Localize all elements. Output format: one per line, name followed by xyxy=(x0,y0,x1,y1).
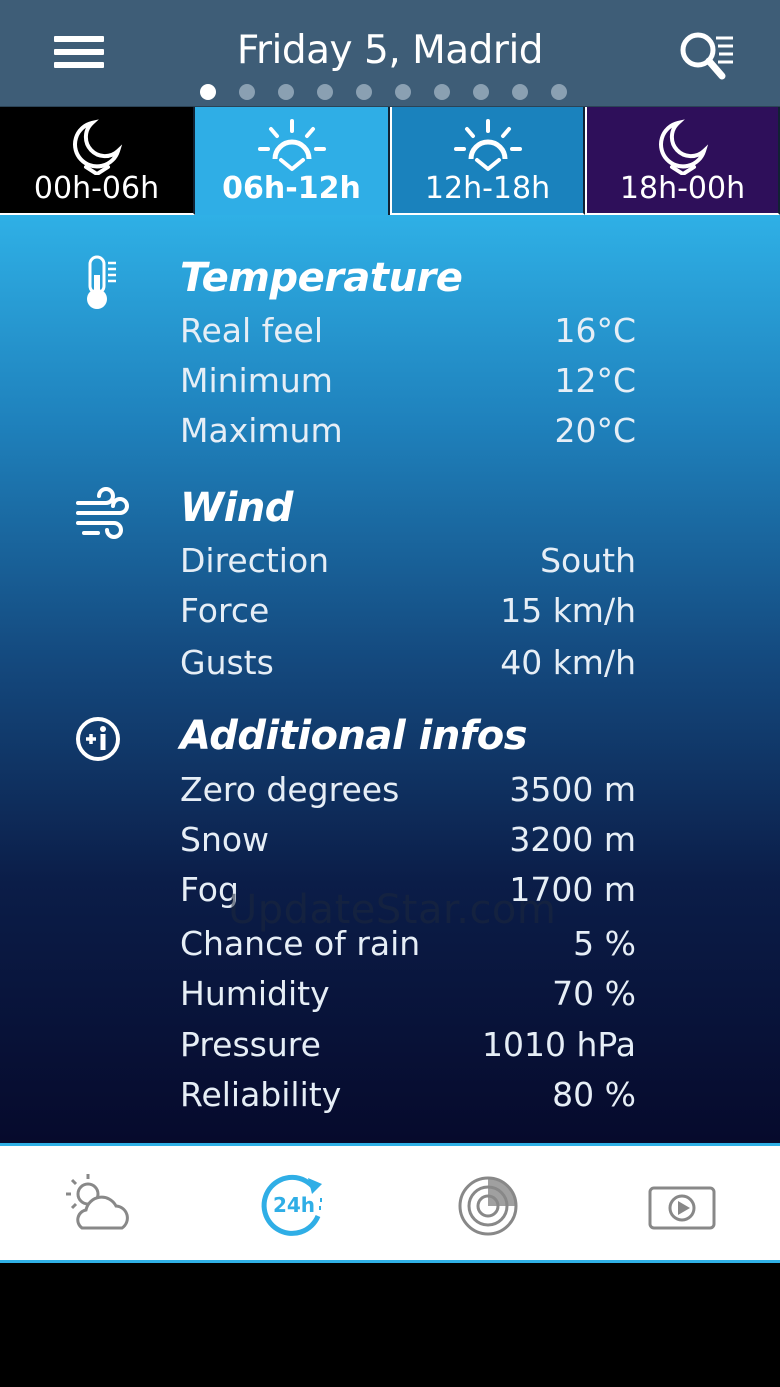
tab-12h-18h[interactable]: 12h-18h xyxy=(390,107,585,215)
section-title-additional: Additional infos xyxy=(180,713,528,759)
page-dot[interactable] xyxy=(239,84,255,100)
detail-row: Humidity 70 % xyxy=(180,974,636,1018)
moon-icon xyxy=(658,119,708,175)
row-label: Reliability xyxy=(180,1075,342,1114)
tab-label: 18h-00h xyxy=(619,171,746,206)
forecast-details: Temperature Real feel 16°C Minimum 12°C … xyxy=(0,215,780,1143)
row-label: Real feel xyxy=(180,311,324,350)
search-location-button[interactable] xyxy=(676,28,736,82)
page-dot[interactable] xyxy=(473,84,489,100)
page-dot[interactable] xyxy=(317,84,333,100)
sunrise-icon xyxy=(257,119,326,171)
row-value: South xyxy=(540,541,636,580)
page-dot[interactable] xyxy=(434,84,450,100)
row-value: 3200 m xyxy=(509,820,636,859)
bottom-navigation: 24h xyxy=(0,1143,780,1263)
detail-row: Zero degrees 3500 m xyxy=(180,770,636,814)
nav-weather-button[interactable] xyxy=(58,1166,148,1246)
row-value: 80 % xyxy=(552,1075,636,1114)
radar-icon xyxy=(458,1176,518,1236)
detail-row: Snow 3200 m xyxy=(180,820,636,864)
page-dot[interactable] xyxy=(278,84,294,100)
tab-label: 00h-06h xyxy=(33,171,160,206)
detail-row: Pressure 1010 hPa xyxy=(180,1025,636,1069)
watermark: UpdateStar.com xyxy=(228,887,557,933)
detail-row: Maximum 20°C xyxy=(180,411,636,455)
nav-24h-button[interactable]: 24h xyxy=(252,1166,342,1246)
row-value: 20°C xyxy=(554,411,636,450)
detail-row: Force 15 km/h xyxy=(180,591,636,635)
moon-icon xyxy=(72,119,122,175)
24h-forecast-icon: 24h xyxy=(261,1174,322,1236)
row-label: Zero degrees xyxy=(180,770,400,809)
thermometer-icon xyxy=(87,255,116,309)
detail-row: Minimum 12°C xyxy=(180,361,636,405)
tab-00h-06h[interactable]: 00h-06h xyxy=(0,107,195,215)
row-value: 40 km/h xyxy=(500,643,636,682)
row-label: Minimum xyxy=(180,361,333,400)
row-value: 1010 hPa xyxy=(481,1025,636,1064)
nav-radar-button[interactable] xyxy=(446,1166,536,1246)
section-title-wind: Wind xyxy=(180,485,293,531)
menu-icon-bar xyxy=(54,49,104,55)
page-dot[interactable] xyxy=(551,84,567,100)
page-title: Friday 5, Madrid xyxy=(236,28,544,73)
menu-icon-bar xyxy=(54,62,104,68)
row-label: Snow xyxy=(180,820,270,859)
wind-icon xyxy=(76,487,129,539)
row-value: 12°C xyxy=(554,361,636,400)
weather-cloud-sun-icon xyxy=(66,1174,129,1230)
row-value: 15 km/h xyxy=(500,591,636,630)
page-dot[interactable] xyxy=(512,84,528,100)
nav-24h-label: 24h xyxy=(273,1193,315,1217)
row-value: 3500 m xyxy=(509,770,636,809)
detail-row: Reliability 80 % xyxy=(180,1075,636,1119)
section-title-temperature: Temperature xyxy=(180,255,463,301)
tab-label: 12h-18h xyxy=(424,171,551,206)
tab-18h-00h[interactable]: 18h-00h xyxy=(585,107,780,215)
row-label: Force xyxy=(180,591,270,630)
page-indicator[interactable] xyxy=(200,84,580,100)
row-label: Pressure xyxy=(180,1025,321,1064)
detail-row: Direction South xyxy=(180,541,636,585)
info-plus-icon xyxy=(76,717,120,761)
detail-row: Real feel 16°C xyxy=(180,311,636,355)
row-label: Humidity xyxy=(180,974,330,1013)
page-dot[interactable] xyxy=(356,84,372,100)
tab-06h-12h[interactable]: 06h-12h xyxy=(195,107,390,215)
row-value: 5 % xyxy=(573,924,636,963)
row-value: 70 % xyxy=(552,974,636,1013)
search-list-icon xyxy=(680,32,733,80)
page-dot[interactable] xyxy=(395,84,411,100)
video-play-icon xyxy=(648,1186,716,1230)
row-label: Maximum xyxy=(180,411,343,450)
menu-icon-bar xyxy=(54,36,104,42)
row-label: Gusts xyxy=(180,643,274,682)
time-range-tabs: 00h-06h 06h-12h 12h-18h 18h-00h xyxy=(0,107,780,215)
menu-button[interactable] xyxy=(54,36,104,74)
tab-label: 06h-12h xyxy=(222,171,361,206)
row-value: 16°C xyxy=(554,311,636,350)
nav-video-button[interactable] xyxy=(640,1166,730,1246)
page-dot[interactable] xyxy=(200,84,216,100)
sunrise-icon xyxy=(453,119,522,171)
row-label: Direction xyxy=(180,541,330,580)
header: Friday 5, Madrid xyxy=(0,0,780,107)
detail-row: Gusts 40 km/h xyxy=(180,643,636,687)
